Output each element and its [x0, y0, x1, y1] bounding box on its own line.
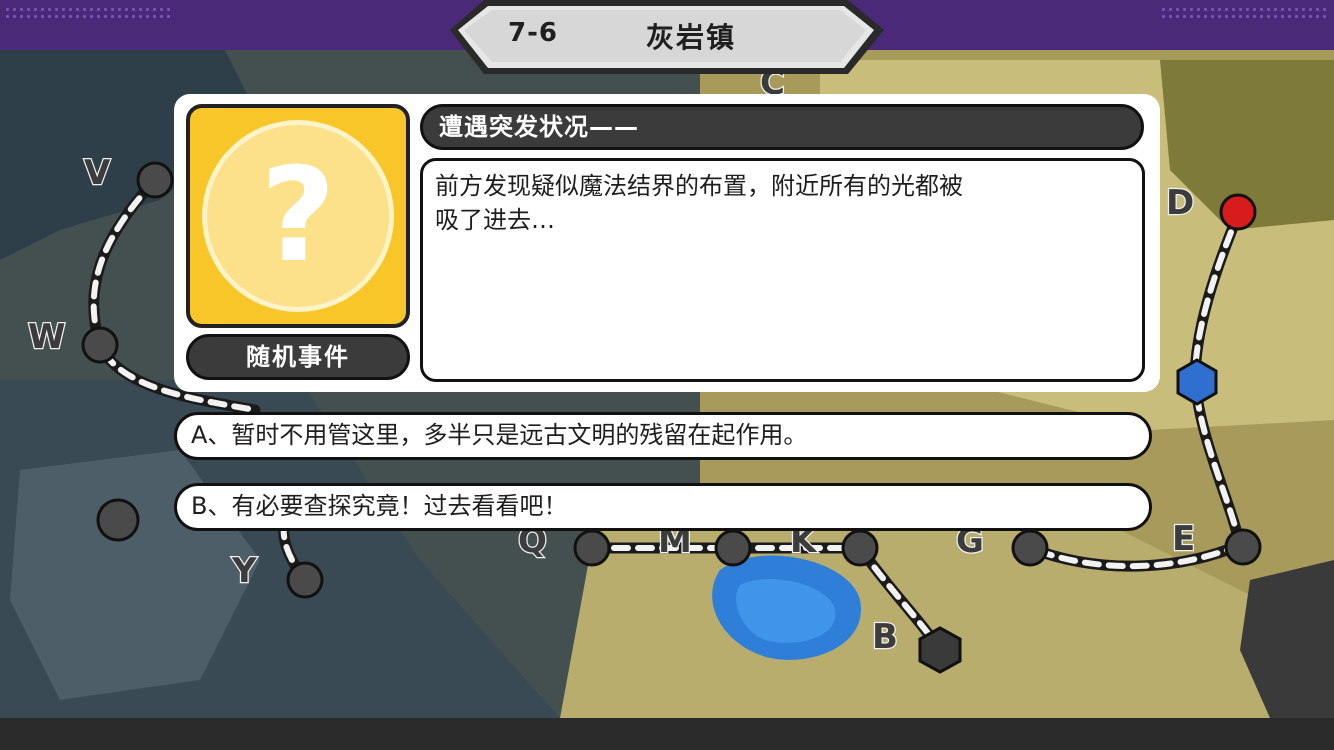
bottom-bar: [0, 718, 1334, 750]
event-type-label: 随机事件: [186, 334, 410, 380]
choice-a-button[interactable]: A、暂时不用管这里，多半只是远古文明的残留在起作用。: [174, 412, 1152, 460]
event-icon-box: ?: [186, 104, 410, 328]
map-label-y: Y: [231, 551, 257, 591]
map-label-b: B: [872, 617, 898, 657]
map-label-d: D: [1166, 183, 1194, 223]
level-code: 7-6: [508, 18, 558, 48]
decor-dots-left: [4, 6, 174, 22]
event-description-line-2: 吸了进去…: [435, 206, 555, 234]
level-name: 灰岩镇: [646, 21, 737, 54]
event-description-line-1: 前方发现疑似魔法结界的布置，附近所有的光都被: [435, 172, 963, 200]
event-title: 遭遇突发状况——: [420, 104, 1144, 150]
decor-dots-right: [1160, 6, 1330, 22]
map-label-w: W: [28, 317, 66, 357]
event-description: 前方发现疑似魔法结界的布置，附近所有的光都被 吸了进去…: [420, 158, 1145, 382]
question-mark-icon: ?: [260, 139, 336, 291]
map-label-v: V: [84, 153, 111, 193]
map-label-e: E: [1172, 519, 1195, 559]
choice-b-button[interactable]: B、有必要查探究竟！过去看看吧！: [174, 483, 1152, 531]
